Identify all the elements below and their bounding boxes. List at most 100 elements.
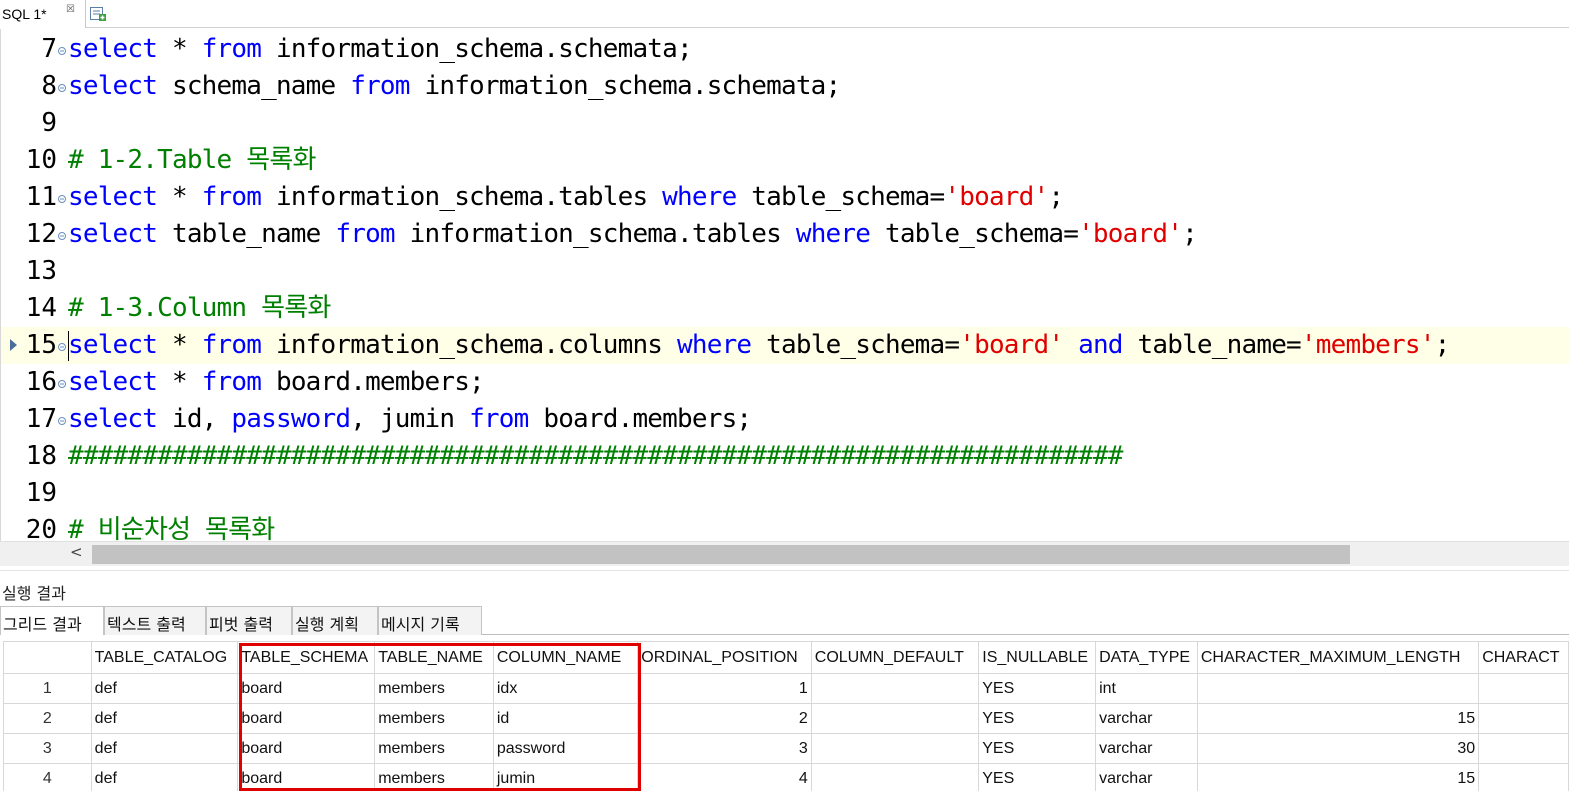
row-number[interactable]: 1 <box>3 673 92 704</box>
close-icon[interactable]: ☒ <box>66 4 75 15</box>
column-header[interactable]: TABLE_CATALOG <box>90 641 239 674</box>
table-cell[interactable] <box>810 673 980 704</box>
table-row[interactable]: 1 def board members idx 1 YES int <box>3 673 1569 704</box>
table-cell[interactable]: members <box>374 763 494 791</box>
table-cell[interactable]: varchar <box>1095 703 1198 734</box>
row-number[interactable]: 4 <box>3 763 92 791</box>
column-header[interactable]: DATA_TYPE <box>1095 641 1198 674</box>
panel-divider[interactable] <box>0 570 1569 571</box>
sql-editor[interactable]: 7 select * from information_schema.schema… <box>0 29 1569 541</box>
column-header[interactable]: TABLE_SCHEMA <box>237 641 376 674</box>
table-cell[interactable]: 30 <box>1196 733 1480 764</box>
table-cell[interactable]: def <box>90 703 239 734</box>
column-header[interactable]: COLUMN_DEFAULT <box>810 641 980 674</box>
scrollbar-thumb[interactable] <box>92 545 1350 564</box>
column-header[interactable]: ORDINAL_POSITION <box>637 641 812 674</box>
table-cell[interactable] <box>1196 673 1480 704</box>
sql-keyword: select <box>68 71 158 101</box>
table-cell[interactable]: password <box>492 733 639 764</box>
table-row[interactable]: 3 def board members password 3 YES varchar 30 <box>3 733 1569 764</box>
table-cell[interactable]: 2 <box>637 703 812 734</box>
code-line[interactable]: 19 <box>1 475 1569 512</box>
table-cell[interactable]: 3 <box>637 733 812 764</box>
table-cell[interactable]: def <box>90 733 239 764</box>
row-number[interactable]: 3 <box>3 733 92 764</box>
sql-text: table_schema= <box>736 182 945 212</box>
table-cell[interactable]: 15 <box>1196 703 1480 734</box>
table-cell[interactable] <box>1478 733 1569 764</box>
table-cell[interactable] <box>810 703 980 734</box>
table-cell[interactable] <box>1478 673 1569 704</box>
code-line[interactable]: 16 select * from board.members; <box>1 364 1569 401</box>
fold-marker-icon[interactable] <box>57 416 67 426</box>
result-grid[interactable]: TABLE_CATALOG TABLE_SCHEMA TABLE_NAME COLUM… <box>3 641 1569 791</box>
table-cell[interactable]: jumin <box>492 763 639 791</box>
fold-marker-icon[interactable] <box>57 231 67 241</box>
table-cell[interactable]: board <box>237 703 376 734</box>
table-cell[interactable]: def <box>90 673 239 704</box>
sql-comment: ########################################… <box>68 441 1123 471</box>
table-cell[interactable]: YES <box>978 733 1097 764</box>
column-header[interactable]: CHARACTER_MAXIMUM_LENGTH <box>1196 641 1480 674</box>
column-header[interactable]: CHARACT <box>1478 641 1569 674</box>
table-cell[interactable]: def <box>90 763 239 791</box>
table-cell[interactable]: int <box>1095 673 1198 704</box>
code-line[interactable]: 9 <box>1 105 1569 142</box>
code-line[interactable]: 11 select * from information_schema.table… <box>1 179 1569 216</box>
table-cell[interactable]: members <box>374 733 494 764</box>
tab-execution-plan[interactable]: 실행 계획 <box>292 606 378 635</box>
table-cell[interactable]: members <box>374 703 494 734</box>
code-line[interactable]: 18 ######################################… <box>1 438 1569 475</box>
table-cell[interactable] <box>1478 703 1569 734</box>
scroll-left-icon[interactable]: < <box>70 543 88 565</box>
code-line[interactable]: 7 select * from information_schema.schema… <box>1 31 1569 68</box>
tab-message-log[interactable]: 메시지 기록 <box>378 606 482 635</box>
tab-sql-1[interactable]: SQL 1* ☒ <box>0 0 86 28</box>
code-line[interactable]: 13 <box>1 253 1569 290</box>
table-cell[interactable] <box>810 763 980 791</box>
editor-horizontal-scrollbar[interactable]: < <box>0 541 1569 566</box>
row-number[interactable]: 2 <box>3 703 92 734</box>
column-header[interactable] <box>3 641 92 674</box>
code-line[interactable]: 20 # 비순차성 목록화 <box>1 512 1569 541</box>
tab-grid-result[interactable]: 그리드 결과 <box>0 606 104 635</box>
column-header[interactable]: TABLE_NAME <box>374 641 494 674</box>
fold-marker-icon[interactable] <box>57 83 67 93</box>
table-cell[interactable]: YES <box>978 703 1097 734</box>
column-header[interactable]: COLUMN_NAME <box>492 641 639 674</box>
fold-marker-icon[interactable] <box>57 194 67 204</box>
table-cell[interactable]: varchar <box>1095 733 1198 764</box>
fold-marker-icon[interactable] <box>57 342 67 352</box>
table-row[interactable]: 2 def board members id 2 YES varchar 15 <box>3 703 1569 734</box>
table-cell[interactable]: id <box>492 703 639 734</box>
column-header[interactable]: IS_NULLABLE <box>978 641 1097 674</box>
code-line[interactable]: 12 select table_name from information_sch… <box>1 216 1569 253</box>
table-cell[interactable]: idx <box>492 673 639 704</box>
tab-pivot-output[interactable]: 피벗 출력 <box>206 606 292 635</box>
table-row[interactable]: 4 def board members jumin 4 YES varchar 15 <box>3 763 1569 791</box>
table-cell[interactable]: 4 <box>637 763 812 791</box>
code-line[interactable]: 15 select * from information_schema.colum… <box>1 327 1569 364</box>
code-line[interactable]: 8 select schema_name from information_sch… <box>1 68 1569 105</box>
table-cell[interactable] <box>810 733 980 764</box>
table-cell[interactable]: members <box>374 673 494 704</box>
fold-marker-icon[interactable] <box>57 46 67 56</box>
table-cell[interactable]: board <box>237 763 376 791</box>
table-cell[interactable]: 15 <box>1196 763 1480 791</box>
code-line[interactable]: 17 select id, password, jumin from board.… <box>1 401 1569 438</box>
table-cell[interactable]: YES <box>978 673 1097 704</box>
table-cell[interactable]: varchar <box>1095 763 1198 791</box>
table-cell[interactable]: YES <box>978 763 1097 791</box>
sql-keyword: select <box>68 330 158 360</box>
tab-text-output[interactable]: 텍스트 출력 <box>104 606 206 635</box>
sql-text: ; <box>1048 182 1064 212</box>
table-cell[interactable]: 1 <box>637 673 812 704</box>
new-query-icon[interactable] <box>89 5 107 22</box>
table-cell[interactable]: board <box>237 673 376 704</box>
code-line[interactable]: 10 # 1-2.Table 목록화 <box>1 142 1569 179</box>
code-line[interactable]: 14 # 1-3.Column 목록화 <box>1 290 1569 327</box>
sql-text: information_schema.columns <box>261 330 678 360</box>
table-cell[interactable]: board <box>237 733 376 764</box>
fold-marker-icon[interactable] <box>57 379 67 389</box>
table-cell[interactable] <box>1478 763 1569 791</box>
